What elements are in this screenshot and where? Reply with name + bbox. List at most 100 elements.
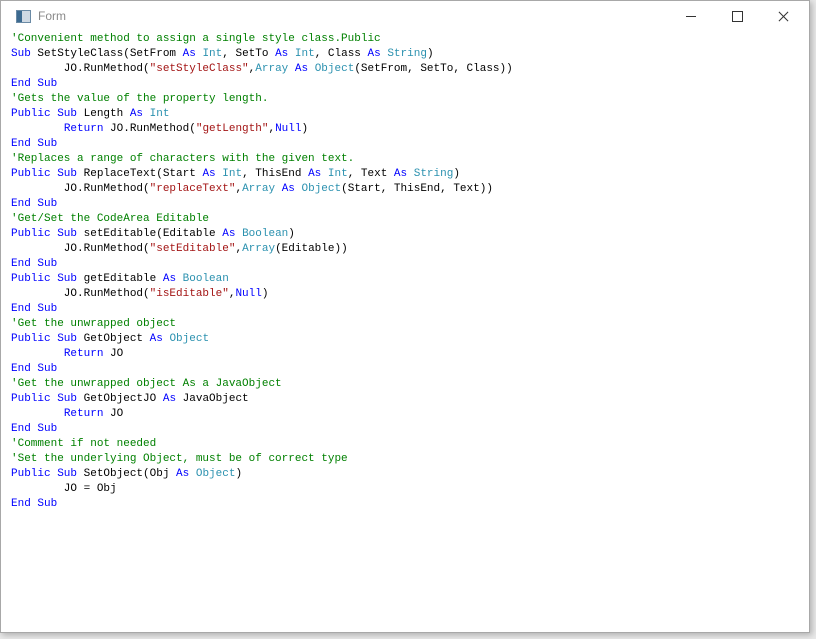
code-line: End Sub (11, 302, 513, 317)
code-line: 'Get the unwrapped object As a JavaObjec… (11, 377, 513, 392)
keyword: End Sub (11, 423, 58, 435)
code-text: JO.RunMethod( (11, 183, 150, 195)
type-name: Object (169, 333, 210, 345)
code-line: End Sub (11, 137, 513, 152)
type-name: Int (327, 168, 348, 180)
code-line: 'Gets the value of the property length. (11, 92, 513, 107)
form-icon (16, 10, 31, 23)
code-text: GetObject (77, 333, 150, 345)
code-line: JO.RunMethod("replaceText",Array As Obje… (11, 182, 513, 197)
code-line: Return JO (11, 347, 513, 362)
code-line: End Sub (11, 77, 513, 92)
keyword: Return (63, 123, 104, 135)
minimize-button[interactable] (668, 1, 714, 31)
keyword: As (308, 168, 322, 180)
keyword: As (222, 228, 236, 240)
type-name: Int (294, 48, 315, 60)
keyword: End Sub (11, 198, 58, 210)
keyword: As (182, 48, 196, 60)
code-text: JO.RunMethod( (11, 288, 150, 300)
code-text: ) (235, 468, 243, 480)
keyword: As (162, 273, 177, 285)
maximize-button[interactable] (714, 1, 760, 31)
type-name: Array (242, 183, 276, 195)
keyword: As (162, 393, 177, 405)
code-line: Sub SetStyleClass(SetFrom As Int, SetTo … (11, 47, 513, 62)
type-name: Object (301, 183, 342, 195)
code-text: JO (103, 348, 124, 360)
type-name: Object (195, 468, 236, 480)
code-text: getEditable (77, 273, 163, 285)
code-text: JO.RunMethod( (103, 123, 196, 135)
keyword: Public Sub (11, 108, 78, 120)
keyword: As (294, 63, 309, 75)
string-literal: "isEditable" (149, 288, 229, 300)
code-text: JO.RunMethod( (11, 63, 150, 75)
code-text: SetStyleClass(SetFrom (30, 48, 183, 60)
comment: 'Replaces a range of characters with the… (11, 153, 355, 165)
code-line: Public Sub GetObjectJO As JavaObject (11, 392, 513, 407)
string-literal: "replaceText" (149, 183, 236, 195)
keyword: Null (235, 288, 262, 300)
keyword: End Sub (11, 303, 58, 315)
keyword: End Sub (11, 138, 58, 150)
title-bar[interactable]: Form (1, 1, 809, 31)
keyword: As (149, 333, 163, 345)
code-text: ) (288, 228, 295, 240)
keyword: Public Sub (11, 468, 78, 480)
code-text: GetObjectJO (77, 393, 163, 405)
code-line: JO.RunMethod("isEditable",Null) (11, 287, 513, 302)
code-line: Public Sub GetObject As Object (11, 332, 513, 347)
keyword: As (367, 48, 381, 60)
code-text: , Class (314, 48, 368, 60)
keyword: Null (275, 123, 302, 135)
code-text: Length (77, 108, 130, 120)
keyword: As (202, 168, 216, 180)
code-text: ) (453, 168, 460, 180)
comment: 'Get the unwrapped object As a JavaObjec… (11, 378, 282, 390)
type-name: String (387, 48, 427, 60)
code-line: 'Get the unwrapped object (11, 317, 513, 332)
type-name: Int (202, 48, 223, 60)
keyword: As (275, 48, 289, 60)
keyword: Public Sub (11, 333, 78, 345)
code-text: ) (301, 123, 309, 135)
keyword: As (393, 168, 408, 180)
code-line: Public Sub setEditable(Editable As Boole… (11, 227, 513, 242)
code-line: JO.RunMethod("setEditable",Array(Editabl… (11, 242, 513, 257)
type-name: Boolean (242, 228, 289, 240)
code-line: Public Sub Length As Int (11, 107, 513, 122)
comment: 'Get the unwrapped object (11, 318, 177, 330)
code-line: 'Comment if not needed (11, 437, 513, 452)
code-line: 'Convenient method to assign a single st… (11, 32, 513, 47)
code-text: (Start, ThisEnd, Text)) (341, 183, 493, 195)
code-text: setEditable(Editable (77, 228, 223, 240)
code-text: (SetFrom, SetTo, Class)) (354, 63, 513, 75)
keyword: As (281, 183, 295, 195)
code-text: , SetTo (222, 48, 276, 60)
close-button[interactable] (760, 1, 806, 31)
code-text: ) (426, 48, 434, 60)
code-area[interactable]: 'Convenient method to assign a single st… (11, 32, 513, 512)
code-line: JO = Obj (11, 482, 513, 497)
keyword: Return (63, 408, 104, 420)
code-text: ) (261, 288, 269, 300)
code-line: 'Set the underlying Object, must be of c… (11, 452, 513, 467)
code-text: JO = Obj (11, 483, 117, 495)
keyword: As (129, 108, 144, 120)
keyword: End Sub (11, 78, 58, 90)
code-line: 'Get/Set the CodeArea Editable (11, 212, 513, 227)
code-text: SetObject(Obj (77, 468, 177, 480)
code-text: ReplaceText(Start (77, 168, 203, 180)
keyword: Public Sub (11, 393, 78, 405)
code-line: Public Sub ReplaceText(Start As Int, Thi… (11, 167, 513, 182)
type-name: Array (255, 63, 289, 75)
keyword: Sub (11, 48, 31, 60)
code-text: (Editable)) (275, 243, 348, 255)
